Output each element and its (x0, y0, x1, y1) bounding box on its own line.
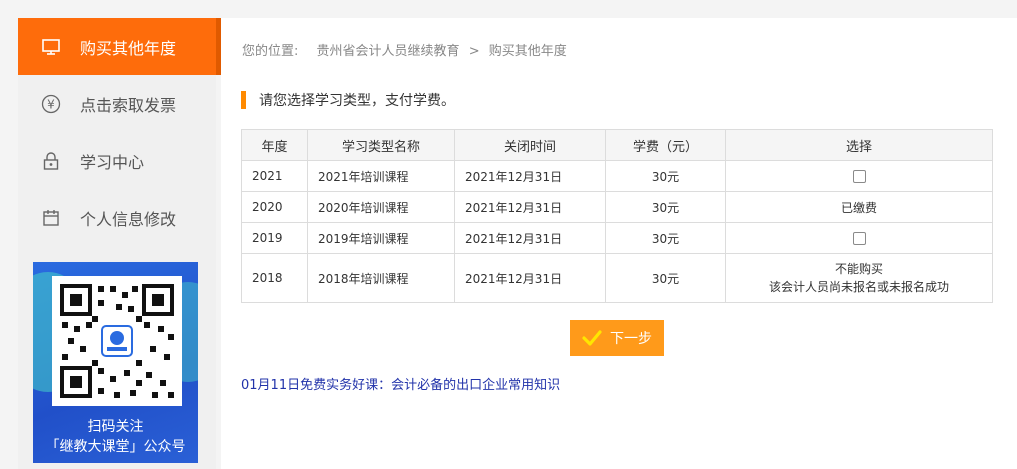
cell-year: 2021 (241, 160, 308, 192)
cell-select (725, 160, 993, 192)
cell-fee: 30元 (605, 253, 726, 303)
sidebar: 购买其他年度 ¥ 点击索取发票 学习中心 个人信息修改 扫码关注 「继教大课堂」… (18, 18, 221, 469)
sidebar-item-label: 个人信息修改 (80, 209, 177, 229)
cell-select-status-unavailable: 不能购买 (834, 262, 883, 276)
sidebar-item-label: 购买其他年度 (80, 38, 177, 58)
table-row: 2020 2020年培训课程 2021年12月31日 30元 已缴费 (241, 191, 993, 223)
cell-select-status-paid: 已缴费 (725, 191, 993, 223)
breadcrumb-item-current: 购买其他年度 (488, 44, 567, 59)
qr-panel: 扫码关注 「继教大课堂」公众号 (33, 262, 198, 463)
cell-type-name: 2021年培训课程 (307, 160, 455, 192)
table-row: 2021 2021年培训课程 2021年12月31日 30元 (241, 160, 993, 192)
qr-code (52, 276, 182, 406)
table-header-row: 年度 学习类型名称 关闭时间 学费（元） 选择 (241, 129, 993, 161)
cell-close-time: 2021年12月31日 (454, 253, 606, 303)
yen-icon: ¥ (41, 94, 61, 114)
column-header-fee: 学费（元） (605, 129, 726, 161)
main-content: 您的位置: 贵州省会计人员继续教育 > 购买其他年度 请您选择学习类型，支付学费… (221, 18, 1017, 469)
cell-select-note: 该会计人员尚未报名或未报名成功 (768, 280, 949, 294)
cell-select (725, 222, 993, 254)
breadcrumb-separator: > (468, 44, 480, 59)
section-title-text: 请您选择学习类型，支付学费。 (259, 93, 455, 109)
select-checkbox-2021[interactable] (852, 170, 866, 183)
sidebar-item-learning-center[interactable]: 学习中心 (18, 132, 216, 189)
lock-icon (41, 151, 61, 171)
section-title: 请您选择学习类型，支付学费。 (241, 91, 455, 109)
table-row: 2019 2019年培训课程 2021年12月31日 30元 (241, 222, 993, 254)
cell-fee: 30元 (605, 222, 726, 254)
cell-type-name: 2020年培训课程 (307, 191, 455, 223)
svg-text:¥: ¥ (47, 97, 55, 111)
cell-year: 2019 (241, 222, 308, 254)
cell-close-time: 2021年12月31日 (454, 191, 606, 223)
calendar-icon (41, 208, 61, 228)
qr-caption-account: 「继教大课堂」公众号 (45, 439, 186, 455)
cell-select: 不能购买 该会计人员尚未报名或未报名成功 (725, 253, 993, 303)
sidebar-item-profile-edit[interactable]: 个人信息修改 (18, 189, 216, 246)
table-row: 2018 2018年培训课程 2021年12月31日 30元 不能购买 该会计人… (241, 253, 993, 303)
column-header-select: 选择 (725, 129, 993, 161)
cell-fee: 30元 (605, 160, 726, 192)
qr-caption-follow: 扫码关注 (87, 419, 144, 435)
cell-year: 2020 (241, 191, 308, 223)
column-header-close-time: 关闭时间 (454, 129, 606, 161)
cell-type-name: 2019年培训课程 (307, 222, 455, 254)
promo-course-link[interactable]: 01月11日免费实务好课：会计必备的出口企业常用知识 (241, 374, 560, 393)
cell-close-time: 2021年12月31日 (454, 160, 606, 192)
sidebar-item-label: 学习中心 (80, 152, 145, 172)
check-icon (582, 330, 602, 346)
cell-type-name: 2018年培训课程 (307, 253, 455, 303)
next-step-button[interactable]: 下一步 (570, 320, 664, 356)
fee-table: 年度 学习类型名称 关闭时间 学费（元） 选择 2021 2021年培训课程 2… (241, 129, 993, 303)
cell-close-time: 2021年12月31日 (454, 222, 606, 254)
breadcrumb-prefix: 您的位置: (242, 44, 299, 59)
monitor-icon (41, 37, 61, 57)
breadcrumb: 您的位置: 贵州省会计人员继续教育 > 购买其他年度 (242, 40, 567, 59)
cell-fee: 30元 (605, 191, 726, 223)
section-title-accent-bar (241, 91, 246, 109)
breadcrumb-item-province[interactable]: 贵州省会计人员继续教育 (317, 44, 460, 59)
column-header-type-name: 学习类型名称 (307, 129, 455, 161)
sidebar-item-buy-other-years[interactable]: 购买其他年度 (18, 18, 221, 75)
column-header-year: 年度 (241, 129, 308, 161)
sidebar-item-invoice[interactable]: ¥ 点击索取发票 (18, 75, 216, 132)
cell-year: 2018 (241, 253, 308, 303)
select-checkbox-2019[interactable] (852, 232, 866, 245)
next-step-label: 下一步 (610, 331, 652, 347)
sidebar-item-label: 点击索取发票 (80, 95, 177, 115)
